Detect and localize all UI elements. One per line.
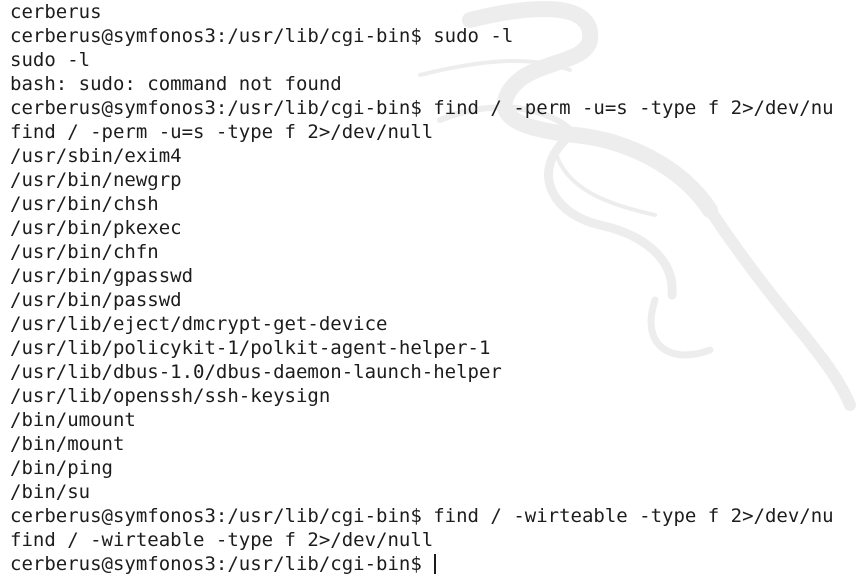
terminal-line: /usr/bin/chsh (10, 193, 159, 215)
terminal-line: /usr/lib/openssh/ssh-keysign (10, 385, 331, 407)
terminal-line: /usr/lib/dbus-1.0/dbus-daemon-launch-hel… (10, 361, 502, 383)
terminal-window[interactable]: cerberus cerberus@symfonos3:/usr/lib/cgi… (0, 0, 866, 575)
terminal-line: cerberus@symfonos3:/usr/lib/cgi-bin$ fin… (10, 97, 834, 119)
terminal-line: /usr/sbin/exim4 (10, 145, 182, 167)
terminal-line: bash: sudo: command not found (10, 73, 342, 95)
terminal-line: /usr/bin/newgrp (10, 169, 182, 191)
terminal-line: find / -wirteable -type f 2>/dev/null (10, 529, 434, 551)
terminal-line: cerberus@symfonos3:/usr/lib/cgi-bin$ fin… (10, 505, 834, 527)
terminal-line: cerberus (10, 1, 102, 23)
terminal-line: /usr/bin/chfn (10, 241, 159, 263)
terminal-line: /usr/lib/policykit-1/polkit-agent-helper… (10, 337, 491, 359)
terminal-line: sudo -l (10, 49, 91, 71)
terminal-output: cerberus cerberus@symfonos3:/usr/lib/cgi… (10, 0, 866, 575)
terminal-line: /bin/ping (10, 457, 113, 479)
terminal-prompt: cerberus@symfonos3:/usr/lib/cgi-bin$ (10, 553, 422, 575)
terminal-line: /usr/bin/pkexec (10, 217, 182, 239)
terminal-line: /bin/umount (10, 409, 136, 431)
terminal-line: /usr/bin/gpasswd (10, 265, 194, 287)
terminal-line: /bin/mount (10, 433, 125, 455)
terminal-input-line[interactable]: cerberus@symfonos3:/usr/lib/cgi-bin$ (10, 552, 866, 575)
terminal-line: find / -perm -u=s -type f 2>/dev/null (10, 121, 434, 143)
text-cursor (433, 554, 436, 574)
terminal-line: cerberus@symfonos3:/usr/lib/cgi-bin$ sud… (10, 25, 514, 47)
terminal-line: /usr/lib/eject/dmcrypt-get-device (10, 313, 388, 335)
terminal-line: /bin/su (10, 481, 91, 503)
terminal-line: /usr/bin/passwd (10, 289, 182, 311)
